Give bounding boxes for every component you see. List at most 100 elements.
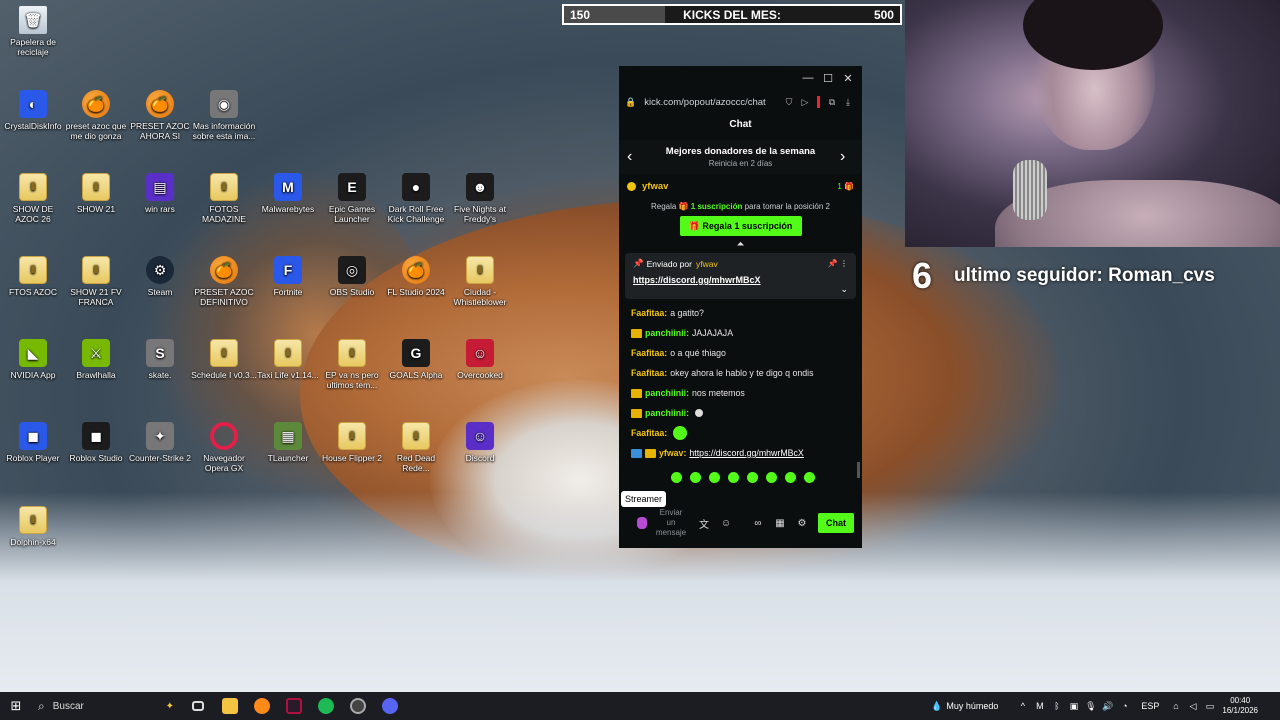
clock[interactable]: 00:40 16/1/2026 <box>1222 696 1258 716</box>
chat-username[interactable]: Faafitaa: <box>631 348 667 358</box>
chat-username[interactable]: Faafitaa: <box>631 368 667 378</box>
chevron-right-icon[interactable]: › <box>840 148 854 166</box>
emote-bar[interactable] <box>619 469 862 485</box>
extensions-icon[interactable]: ⧉ <box>824 97 840 108</box>
battery-icon[interactable]: ▭ <box>1201 701 1218 712</box>
desktop-icon[interactable]: ▮ SHOW DE AZOC 26 <box>0 173 66 224</box>
emoji-icon[interactable]: ☺ <box>715 518 737 529</box>
pinned-message: 📌 Enviado por yfwav 📌 ⋮ https://discord.… <box>625 253 856 299</box>
desktop-icon[interactable]: ▮ EP va ns pero ultimos tem... <box>319 339 385 390</box>
desktop-icon[interactable]: 🍊 PRESET AZOC AHORA SI <box>127 90 193 141</box>
desktop-icon[interactable]: ▮ FOTOS MADAZINE <box>191 173 257 224</box>
chevron-left-icon[interactable]: ‹ <box>627 148 641 166</box>
task-view-icon[interactable] <box>182 692 214 720</box>
desktop-icon[interactable]: ▮ FTOS AZOC <box>0 256 66 297</box>
desktop-icon[interactable]: G GOALS Alpha <box>383 339 449 380</box>
maximize-icon[interactable]: ☐ <box>818 72 838 85</box>
desktop-icon[interactable]: 🍊 preset azoc que me dio gonza <box>63 90 129 141</box>
volume-icon[interactable]: 🔊 <box>1099 701 1116 712</box>
desktop-icon[interactable]: ◼ Roblox Studio <box>63 422 129 463</box>
desktop-icon[interactable]: ▮ SHOW 21 FV FRANCA <box>63 256 129 307</box>
windows-start-icon[interactable]: ⊞ <box>0 698 32 714</box>
pinned-link[interactable]: https://discord.gg/mhwrMBcX <box>633 275 848 285</box>
desktop-icon[interactable]: ☻ Five Nights at Freddy's <box>447 173 513 224</box>
minimize-icon[interactable]: — <box>798 72 818 84</box>
obs-taskbar-icon[interactable] <box>278 692 310 720</box>
infinity-icon[interactable]: ∞ <box>747 518 769 529</box>
desktop-icon[interactable]: 🗑 Papelera de reciclaje <box>0 6 66 57</box>
desktop-icon[interactable]: ▮ Red Dead Rede... <box>383 422 449 473</box>
close-icon[interactable]: ✕ <box>838 72 858 85</box>
wifi-icon[interactable]: ◔ <box>1116 701 1133 711</box>
desktop-icon[interactable]: ◉ Mas información sobre esta ima... <box>191 90 257 141</box>
chat-username[interactable]: panchiinii: <box>645 408 689 418</box>
desktop-icon[interactable]: 🍊 FL Studio 2024 <box>383 256 449 297</box>
url-text[interactable]: kick.com/popout/azoccc/chat <box>644 97 781 108</box>
desktop-icon[interactable]: ☺ Overcooked <box>447 339 513 380</box>
chevron-down-icon[interactable]: ⌄ <box>840 284 848 295</box>
desktop-icon[interactable]: E Epic Games Launcher <box>319 173 385 224</box>
desktop-icon[interactable]: ▮ Schedule I v0.3... <box>191 339 257 380</box>
desktop-icon-label: FL Studio 2024 <box>387 287 445 297</box>
bluetooth-icon[interactable]: ᛒ <box>1048 701 1065 711</box>
malwarebytes-tray-icon[interactable]: M <box>1031 701 1048 711</box>
copilot-sparkle-icon[interactable]: ✦ <box>166 701 174 712</box>
desktop-icon[interactable]: ⚔ Brawlhalla <box>63 339 129 380</box>
chat-input[interactable]: Enviar un mensaje <box>655 508 687 538</box>
desktop-icon[interactable]: ▮ Dolphin-x64 <box>0 506 66 547</box>
fl-studio-taskbar-icon[interactable] <box>246 692 278 720</box>
chat-link[interactable]: https://discord.gg/mhwrMBcX <box>689 448 803 458</box>
desktop-icon[interactable]: F Fortnite <box>255 256 321 297</box>
speaker-icon[interactable]: ◁ <box>1184 701 1201 712</box>
desktop-icon[interactable]: ◐ CrystalDiskInfo <box>0 90 66 131</box>
download-icon[interactable]: ⤓ <box>840 97 856 108</box>
desktop-icon[interactable]: ⚙ Steam <box>127 256 193 297</box>
translate-icon[interactable]: 文 <box>693 516 715 531</box>
microphone-icon[interactable] <box>637 517 647 529</box>
shield-icon[interactable]: ⛉ <box>781 97 797 108</box>
desktop-icon[interactable]: ☺ Discord <box>447 422 513 463</box>
desktop-icon[interactable]: M Malwarebytes <box>255 173 321 214</box>
chat-username[interactable]: Faafitaa: <box>631 428 667 438</box>
gear-icon[interactable]: ⚙ <box>791 518 813 529</box>
desktop-icon-label: House Flipper 2 <box>321 453 382 463</box>
desktop-icon[interactable]: ▦ TLauncher <box>255 422 321 463</box>
network-icon[interactable]: ⌂ <box>1167 701 1184 711</box>
store-icon[interactable]: ▦ <box>769 518 791 529</box>
chat-username[interactable]: yfwav: <box>659 448 686 458</box>
mic-tray-icon[interactable]: 🎙 <box>1082 701 1099 712</box>
spotify-icon[interactable] <box>310 692 342 720</box>
desktop-icon[interactable]: ◣ NVIDIA App <box>0 339 66 380</box>
desktop-icon[interactable]: ▮ House Flipper 2 <box>319 422 385 463</box>
desktop-icon[interactable]: ✦ Counter-Strike 2 <box>127 422 193 463</box>
top-donor-name[interactable]: yfwav <box>642 181 837 192</box>
desktop-icon[interactable]: ▮ Ciudad - Whistleblower <box>447 256 513 307</box>
desktop-icon[interactable]: Navegador Opera GX <box>191 422 257 473</box>
desktop-icon[interactable]: ▤ win rars <box>127 173 193 214</box>
chevron-up-icon[interactable]: ^ <box>1014 701 1031 711</box>
desktop-icon[interactable]: 🍊 PRESET AZOC DEFINITIVO <box>191 256 257 307</box>
app-tray-icon[interactable]: ▣ <box>1065 701 1082 712</box>
chat-send-button[interactable]: Chat <box>818 513 854 533</box>
play-icon[interactable]: ▷ <box>797 97 813 108</box>
desktop-icon[interactable]: Sskate. <box>127 339 193 380</box>
chrome-icon[interactable] <box>342 692 374 720</box>
language-indicator[interactable]: ESP <box>1141 701 1159 711</box>
chat-username[interactable]: Faafitaa: <box>631 308 667 318</box>
chat-username[interactable]: panchiinii: <box>645 388 689 398</box>
desktop-icon[interactable]: ▮ Taxi Life v1.14... <box>255 339 321 380</box>
desktop-icon[interactable]: ◼ Roblox Player <box>0 422 66 463</box>
desktop-icon[interactable]: ● Dark Roll Free Kick Challenge <box>383 173 449 224</box>
gift-sub-button[interactable]: 🎁 Regala 1 suscripción <box>679 216 802 236</box>
chat-username[interactable]: panchiinii: <box>645 328 689 338</box>
taskbar-search[interactable]: ⌕ Buscar ✦ <box>32 692 182 720</box>
collapse-icon[interactable]: ⏶ <box>619 239 862 251</box>
scrollbar[interactable] <box>857 462 860 478</box>
file-explorer-icon[interactable] <box>214 692 246 720</box>
desktop-icon[interactable]: ▮ SHOW 21 <box>63 173 129 214</box>
pinned-sender[interactable]: yfwav <box>696 259 718 269</box>
weather-text[interactable]: Muy húmedo <box>946 701 998 711</box>
discord-taskbar-icon[interactable] <box>374 692 406 720</box>
pin-icon[interactable]: 📌 ⋮ <box>828 259 848 268</box>
desktop-icon[interactable]: ◎ OBS Studio <box>319 256 385 297</box>
